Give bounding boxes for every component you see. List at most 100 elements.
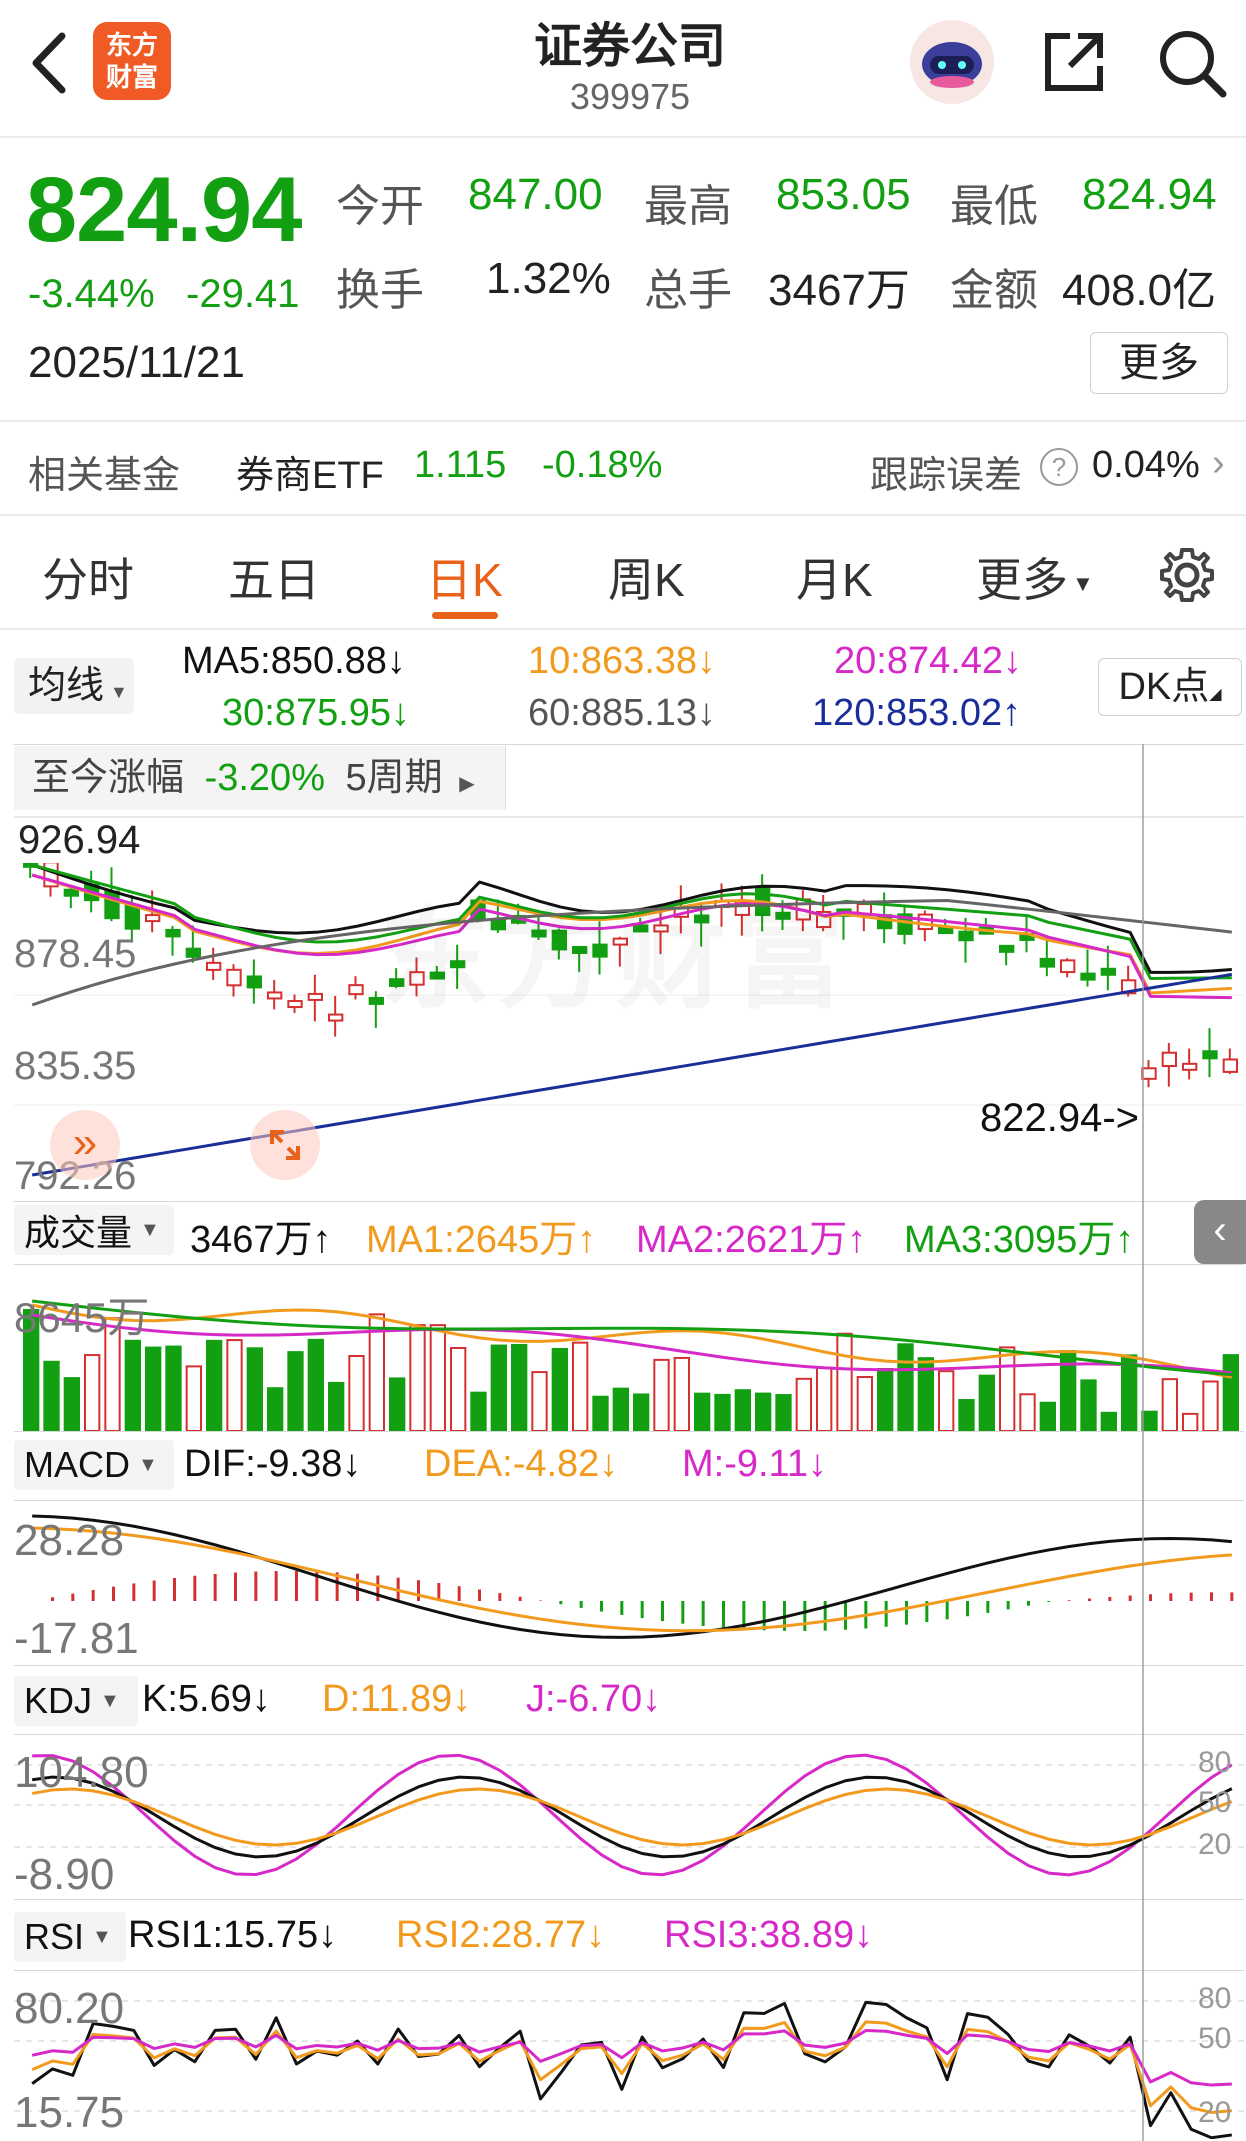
open-label: 今开 — [336, 182, 424, 231]
rsi-level-20: 20 — [1198, 2096, 1232, 2129]
volume-bar — [836, 1332, 853, 1431]
rsi-selector-label: RSI — [24, 1916, 85, 1957]
volume-current: 3467万↑ — [190, 1219, 332, 1261]
kdj-selector-label: KDJ — [24, 1680, 93, 1721]
logo-text-top: 东方 — [105, 30, 158, 60]
change-percent: -3.44% — [28, 272, 155, 316]
share-button[interactable] — [1040, 28, 1108, 96]
corner-triangle-icon: ◢ — [1209, 686, 1222, 703]
fullscreen-button[interactable] — [250, 1110, 320, 1180]
volume-bar — [470, 1391, 487, 1431]
volume-bar — [1202, 1380, 1219, 1431]
ma60-value: 60:885.13↓ — [528, 692, 717, 734]
kdj-chart-frame[interactable] — [14, 1734, 1244, 1900]
period-tabs: 分时 五日 日K 周K 月K 更多 ▼ — [0, 516, 1246, 628]
volume-bar — [775, 1394, 792, 1431]
volume-selector[interactable]: 成交量 ▼ — [14, 1205, 174, 1255]
back-arrow-icon — [32, 32, 66, 94]
kdj-selector[interactable]: KDJ ▼ — [14, 1676, 138, 1726]
more-button[interactable]: 更多 — [1090, 332, 1228, 394]
back-button[interactable] — [18, 28, 78, 98]
candle-body — [246, 975, 263, 989]
related-fund-row[interactable]: 相关基金 券商ETF 1.115 -0.18% 跟踪误差 ? 0.04% › — [0, 422, 1246, 514]
chevron-left-icon: ‹ — [1213, 1208, 1227, 1252]
candle-body — [63, 888, 80, 897]
expand-left-button[interactable]: » — [50, 1110, 120, 1180]
volume-bar — [714, 1393, 731, 1431]
caret-down-icon: ▼ — [140, 1218, 160, 1241]
volume-bar — [795, 1377, 813, 1431]
volume-value: 3467万 — [768, 266, 910, 315]
tab-daily-k[interactable]: 日K — [426, 544, 503, 610]
rsi-y-bottom: 15.75 — [14, 2088, 125, 2137]
ma5-value: MA5:850.88↓ — [182, 640, 406, 682]
tab-intraday[interactable]: 分时 — [42, 544, 134, 610]
volume-bar — [1080, 1379, 1097, 1431]
candle-body — [287, 1000, 303, 1009]
volume-chart — [23, 1299, 1239, 1431]
kdj-d-line — [31, 1787, 1233, 1847]
volume-bar — [246, 1347, 264, 1431]
volume-bar — [307, 1338, 324, 1431]
ma10-value: 10:863.38↓ — [528, 640, 717, 682]
double-chevron-icon: » — [72, 1118, 98, 1167]
macd-selector-label: MACD — [24, 1444, 130, 1485]
tab-weekly-k[interactable]: 周K — [608, 544, 685, 610]
tab-active-underline — [432, 612, 498, 619]
volume-bar — [572, 1341, 589, 1431]
candle-body — [1141, 1067, 1157, 1080]
volume-bar — [1019, 1393, 1036, 1431]
change-amount: -29.41 — [186, 272, 300, 316]
search-icon — [1160, 31, 1227, 98]
volume-y-label: 8645万 — [14, 1294, 150, 1341]
volume-bar — [633, 1393, 650, 1431]
chart-settings-button[interactable] — [1158, 546, 1216, 604]
assistant-robot-icon[interactable] — [910, 20, 994, 104]
candle-body — [226, 968, 242, 987]
volume-bar — [429, 1324, 446, 1431]
dk-point-button[interactable]: DK点◢ — [1098, 658, 1242, 716]
macd-chart — [32, 1514, 1234, 1639]
rsi3-value: RSI3:38.89↓ — [664, 1914, 874, 1956]
volume-bar — [1161, 1378, 1178, 1431]
ma-selector[interactable]: 均线 ▼ — [14, 658, 134, 714]
volume-chart-frame[interactable] — [14, 1264, 1244, 1432]
volume-bar — [1222, 1354, 1239, 1431]
candle-body — [328, 1013, 344, 1022]
volume-bar — [409, 1324, 426, 1431]
volume-bar — [226, 1339, 243, 1431]
candle-body — [267, 991, 283, 1000]
macd-selector[interactable]: MACD ▼ — [14, 1440, 174, 1490]
fund-name: 券商ETF — [236, 455, 384, 497]
candle-body — [206, 961, 222, 971]
tab-five-day[interactable]: 五日 — [228, 544, 320, 610]
macd-y-bottom: -17.81 — [14, 1614, 139, 1663]
volume-bar — [267, 1387, 284, 1431]
fund-change: -0.18% — [542, 444, 663, 486]
range-change-box[interactable]: 至今涨幅 -3.20% 5周期 ▶ — [14, 746, 506, 810]
more-button-label: 更多 — [1119, 341, 1199, 385]
volume-bar — [1039, 1401, 1056, 1431]
candle-body — [1222, 1058, 1238, 1073]
caret-down-icon: ▼ — [92, 1925, 112, 1948]
rsi-y-top: 80.20 — [14, 1984, 125, 2033]
rsi-chart-frame[interactable] — [14, 1970, 1244, 2139]
range-period: 5周期 — [345, 757, 443, 799]
tab-monthly-k[interactable]: 月K — [796, 544, 873, 610]
rsi-level-80: 80 — [1198, 1982, 1232, 2015]
volume-bar — [389, 1377, 406, 1431]
volume-ma1: MA1:2645万↑ — [366, 1219, 597, 1261]
candle-body — [145, 914, 161, 923]
candle-body — [1100, 967, 1116, 976]
high-value: 853.05 — [776, 170, 911, 219]
caret-down-icon: ▼ — [100, 1689, 120, 1712]
collapse-panel-button[interactable]: ‹ — [1194, 1200, 1246, 1264]
kline-y-top: 926.94 — [14, 818, 145, 863]
macd-chart-frame[interactable] — [14, 1500, 1244, 1666]
rsi-selector[interactable]: RSI ▼ — [14, 1912, 126, 1962]
tab-more[interactable]: 更多 ▼ — [976, 544, 1094, 610]
help-icon[interactable]: ? — [1040, 448, 1078, 486]
search-button[interactable] — [1155, 26, 1229, 100]
kdj-j-line — [32, 1753, 1233, 1877]
volume-bar — [348, 1355, 365, 1431]
